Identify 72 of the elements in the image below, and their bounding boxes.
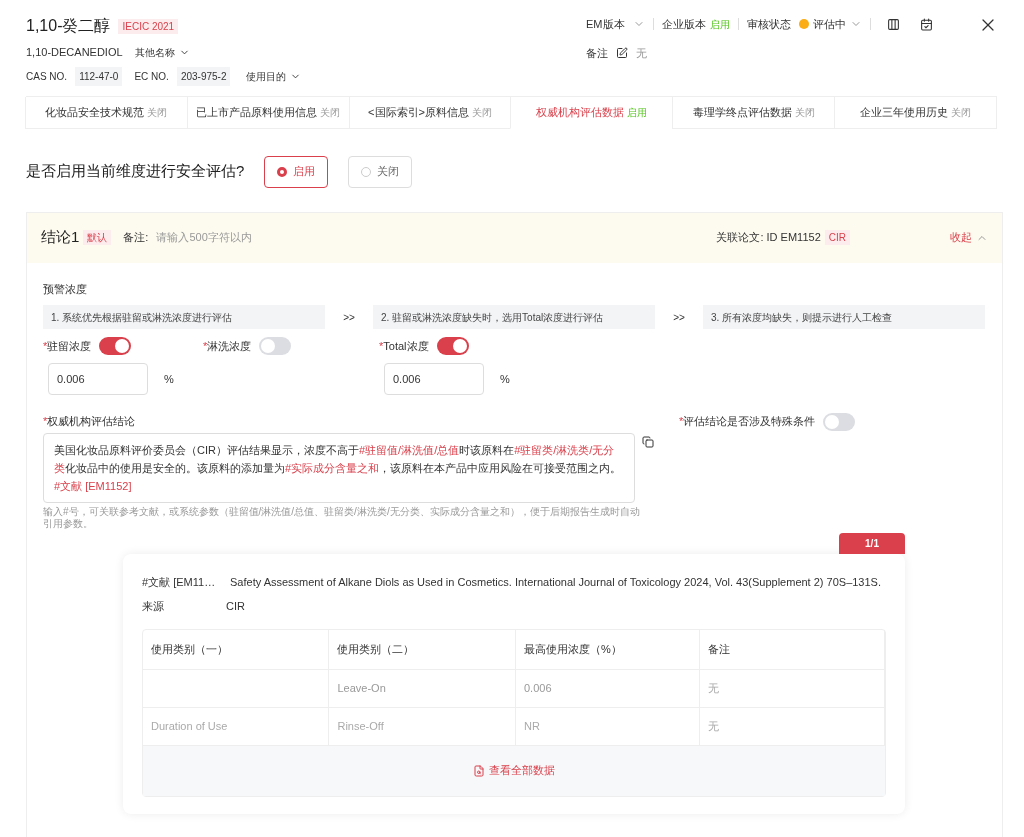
reference-text: Safety Assessment of Alkane Diols as Used in Cosmetics. International Journal of Toxicology 2024, Vol. 43(Supplement 2) 70S–131S. [230, 575, 881, 590]
result-label: *权威机构评估结论 [43, 414, 136, 429]
toggle-switch[interactable] [259, 337, 292, 355]
toggle-switch[interactable] [99, 337, 132, 355]
ingredient-name: 1,10-癸二醇 [26, 16, 111, 36]
source-value: CIR [226, 599, 245, 614]
edit-icon[interactable] [616, 46, 628, 59]
warning-icon [798, 19, 809, 30]
radio-option[interactable]: 启用 [264, 155, 329, 188]
table-cell: 0.006 [515, 669, 701, 707]
table-cell: NR [515, 707, 701, 745]
table-cell: Rinse-Off [329, 707, 516, 745]
special-condition-label: *评估结论是否涉及特殊条件 [679, 414, 816, 429]
concentration-field[interactable]: 0.006 [48, 363, 148, 395]
column-header: 使用类别（一） [143, 629, 330, 669]
other-names-dropdown[interactable]: 其他名称 [134, 44, 190, 60]
table-cell: Duration of Use [143, 707, 330, 745]
table-cell: 无 [700, 669, 885, 707]
tab[interactable]: 企业三年使用历史 关闭 [834, 96, 997, 129]
linked-paper: 关联论文: ID EM1152 [716, 230, 821, 246]
concentration-label: *Total浓度 [379, 338, 429, 354]
table-cell: 无 [700, 707, 885, 745]
source-tag: CIR [824, 230, 850, 245]
source-label: 来源 [142, 599, 165, 614]
em-version-dropdown[interactable]: EM版本 [586, 16, 645, 33]
tab[interactable]: 化妆品安全技术规范 关闭 [25, 96, 188, 129]
enterprise-status: 启用 [709, 17, 730, 32]
note-value: 无 [636, 45, 647, 61]
column-header: 最高使用浓度（%） [515, 629, 701, 669]
question-text: 是否启用当前维度进行安全评估? [26, 161, 245, 182]
warning-label: 预警浓度 [43, 281, 87, 297]
step-separator: >> [672, 310, 686, 325]
collapse-button[interactable]: 收起 [950, 229, 988, 246]
ec-label: EC NO. [134, 69, 169, 84]
catalog-tag: IECIC 2021 [118, 18, 179, 34]
document-search-icon [473, 764, 485, 777]
cas-number: 112-47-0 [75, 66, 123, 86]
table-cell: Leave-On [329, 669, 516, 707]
copy-icon[interactable] [642, 435, 654, 448]
purpose-dropdown[interactable]: 使用目的 [246, 68, 302, 84]
review-status-dropdown[interactable]: 评估中 [812, 16, 862, 33]
concentration-field[interactable]: 0.006 [384, 363, 484, 395]
cas-label: CAS NO. [26, 69, 68, 84]
view-all-link[interactable]: 查看全部数据 [473, 762, 555, 779]
concentration-label: *淋洗浓度 [203, 338, 252, 354]
note-label: 备注 [586, 45, 608, 61]
review-status-label: 审核状态 [746, 17, 791, 32]
default-tag: 默认 [83, 230, 112, 245]
column-header: 使用类别（二） [329, 629, 516, 669]
english-name: 1,10-DECANEDIOL [26, 45, 123, 60]
step-separator: >> [342, 310, 356, 325]
note-label: 备注: [123, 230, 149, 246]
hint-text: 输入#号，可关联参考文献，或系统参数（驻留值/淋洗值/总值、驻留类/淋洗类/无分类、实际成分含量之和），便于后期报告生成时自动引用参数。 [43, 505, 641, 530]
concentration-label: *驻留浓度 [43, 338, 92, 354]
columns-icon[interactable] [886, 17, 900, 31]
toggle-switch[interactable] [436, 337, 469, 355]
ec-number: 203-975-2 [176, 66, 231, 86]
calendar-icon[interactable] [919, 17, 933, 31]
percent-unit: % [500, 371, 510, 387]
toggle-switch[interactable] [823, 413, 856, 431]
page-indicator: 1/1 [839, 533, 905, 554]
radio-option[interactable]: 关闭 [348, 155, 413, 188]
percent-unit: % [164, 371, 174, 387]
reference-label: #文献 [EM11… [142, 575, 217, 590]
column-header: 备注 [700, 629, 885, 669]
conclusion-title: 结论1 [41, 227, 80, 248]
enterprise-version-label: 企业版本 [661, 17, 706, 32]
step-card: 1. 系统优先根据驻留或淋洗浓度进行评估 [43, 305, 325, 329]
result-textarea[interactable]: 美国化妆品原料评价委员会（CIR）评估结果显示，浓度不高于#驻留值/淋洗值/总值时该原料在#驻留类/淋洗类/无分类化妆品中的使用是安全的。该原料的添加量为#实际成分含量之和，该原料在本产品中应用风险在可接受范围之内。 #文献 [EM1152] [43, 432, 635, 503]
step-card: 2. 驻留或淋洗浓度缺失时，选用Total浓度进行评估 [373, 305, 655, 329]
note-field[interactable]: 请输入500字符以内 [156, 229, 357, 246]
step-card: 3. 所有浓度均缺失，则提示进行人工检查 [703, 305, 985, 329]
